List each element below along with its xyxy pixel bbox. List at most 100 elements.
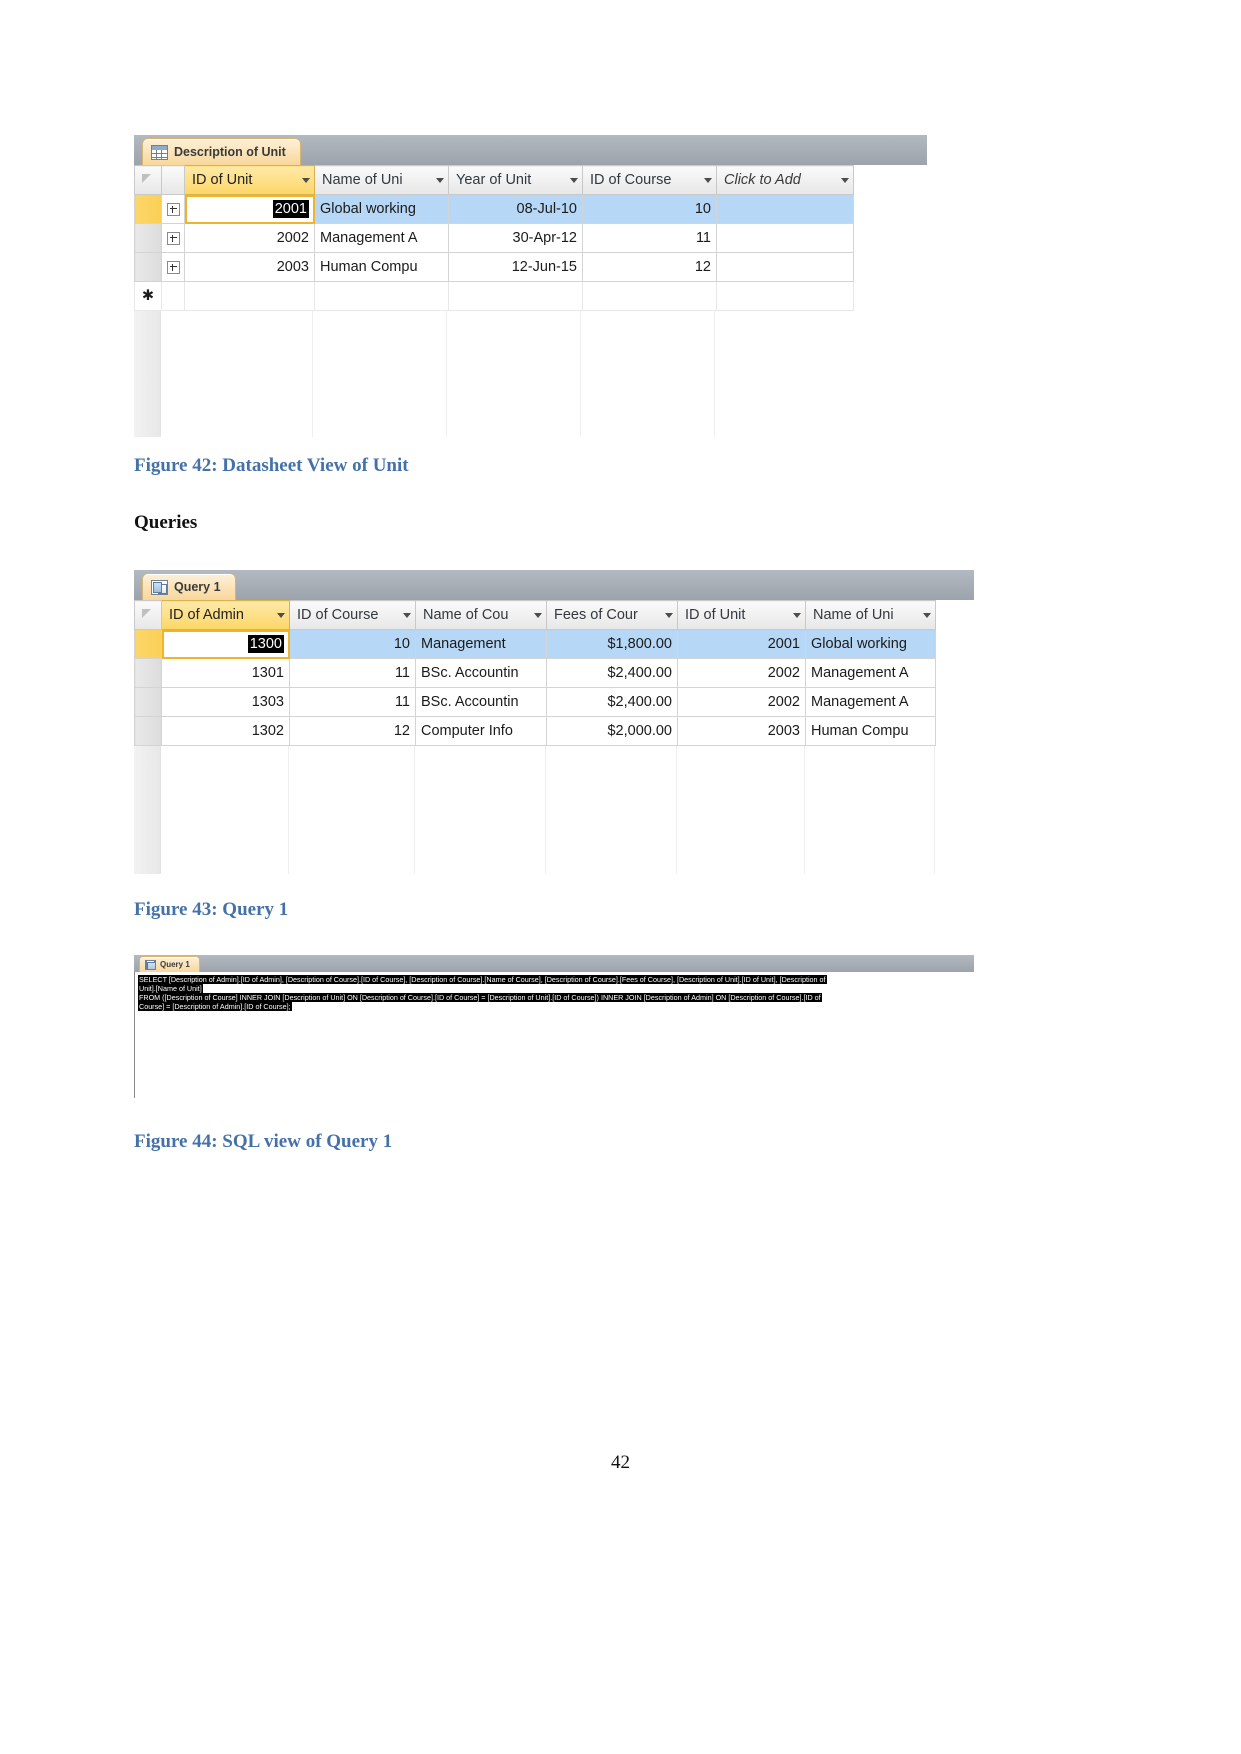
chevron-down-icon[interactable] [436,177,444,183]
chevron-down-icon[interactable] [570,177,578,183]
chevron-down-icon[interactable] [277,612,285,618]
cell-year-of-unit[interactable]: 08-Jul-10 [448,194,583,224]
chevron-down-icon[interactable] [704,177,712,183]
cell-id-of-course[interactable]: 10 [289,629,416,659]
cell-id-of-course[interactable]: 12 [289,716,416,746]
cell-name-of-unit[interactable]: Human Compu [805,716,936,746]
table-row[interactable]: 2003 Human Compu 12-Jun-15 12 [134,252,854,282]
cell-name-of-course[interactable]: Computer Info [415,716,547,746]
cell-year-of-unit[interactable]: 12-Jun-15 [448,252,583,282]
select-all-corner[interactable] [134,600,162,630]
table-icon [151,144,168,160]
cell-name-of-unit[interactable]: Global working [805,629,936,659]
expand-plus-icon[interactable] [166,231,180,245]
document-tab-description-of-unit[interactable]: Description of Unit [142,138,301,165]
row-selector[interactable] [134,716,162,746]
cell-name-of-unit[interactable]: Human Compu [314,252,449,282]
cell-id-of-unit[interactable]: 2003 [184,252,315,282]
cell-id-of-unit[interactable]: 2002 [184,223,315,253]
chevron-down-icon[interactable] [841,177,849,183]
table-row[interactable]: 1300 10 Management $1,800.00 2001 Global… [134,629,936,659]
sql-line-text: SELECT [Description of Admin].[ID of Adm… [138,975,827,984]
cell-id-of-admin[interactable]: 1302 [161,716,290,746]
cell-name-of-unit[interactable] [314,281,449,311]
new-record-row[interactable]: ✱ [134,281,854,311]
grid-divider [934,746,935,874]
column-header-name-of-course[interactable]: Name of Cou [415,600,547,630]
cell-id-of-unit[interactable]: 2003 [677,716,806,746]
row-selector[interactable] [134,223,162,253]
row-selector[interactable] [134,194,162,224]
row-selector[interactable] [134,252,162,282]
column-header-year-of-unit[interactable]: Year of Unit [448,165,583,195]
cell-year-of-unit[interactable]: 30-Apr-12 [448,223,583,253]
document-tab-query-1[interactable]: Query 1 [142,573,236,600]
table-row[interactable]: 2001 Global working 08-Jul-10 10 [134,194,854,224]
cell-name-of-unit[interactable]: Management A [805,687,936,717]
expand-row-cell[interactable] [161,252,185,282]
cell-fees-of-course[interactable]: $1,800.00 [546,629,678,659]
cell-id-of-admin[interactable]: 1301 [161,658,290,688]
cell-id-of-admin[interactable]: 1303 [161,687,290,717]
query-datasheet-empty-area [134,746,974,874]
column-header-id-of-unit[interactable]: ID of Unit [184,165,315,195]
expand-row-cell[interactable] [161,194,185,224]
column-header-id-of-unit[interactable]: ID of Unit [677,600,806,630]
table-row[interactable]: 1302 12 Computer Info $2,000.00 2003 Hum… [134,716,936,746]
chevron-down-icon[interactable] [403,612,411,618]
cell-id-of-course[interactable]: 11 [582,223,717,253]
column-header-click-to-add[interactable]: Click to Add [716,165,854,195]
cell-id-of-unit[interactable] [184,281,315,311]
cell-name-of-unit[interactable]: Management A [314,223,449,253]
cell-id-of-admin[interactable]: 1300 [161,629,290,659]
cell-click-to-add[interactable] [716,194,854,224]
row-selector[interactable] [134,687,162,717]
cell-name-of-course[interactable]: BSc. Accountin [415,687,547,717]
table-row[interactable]: 1303 11 BSc. Accountin $2,400.00 2002 Ma… [134,687,936,717]
cell-id-of-course[interactable]: 11 [289,687,416,717]
column-header-id-of-course[interactable]: ID of Course [582,165,717,195]
cell-fees-of-course[interactable]: $2,400.00 [546,687,678,717]
sql-editor-pane[interactable]: SELECT [Description of Admin].[ID of Adm… [134,972,974,1098]
chevron-down-icon[interactable] [302,177,310,183]
expand-row-cell[interactable] [161,223,185,253]
chevron-down-icon[interactable] [793,612,801,618]
cell-id-of-unit[interactable]: 2001 [677,629,806,659]
cell-click-to-add[interactable] [716,223,854,253]
expand-plus-icon[interactable] [166,202,180,216]
chevron-down-icon[interactable] [923,612,931,618]
cell-id-of-course[interactable]: 10 [582,194,717,224]
cell-fees-of-course[interactable]: $2,000.00 [546,716,678,746]
row-selector[interactable] [134,629,162,659]
table-row[interactable]: 1301 11 BSc. Accountin $2,400.00 2002 Ma… [134,658,936,688]
cell-fees-of-course[interactable]: $2,400.00 [546,658,678,688]
expand-column-header [161,165,185,195]
cell-id-of-course[interactable]: 11 [289,658,416,688]
chevron-down-icon[interactable] [665,612,673,618]
table-row[interactable]: 2002 Management A 30-Apr-12 11 [134,223,854,253]
cell-click-to-add[interactable] [716,252,854,282]
cell-id-of-unit[interactable]: 2001 [184,194,315,224]
column-header-fees-of-course[interactable]: Fees of Cour [546,600,678,630]
cell-name-of-course[interactable]: Management [415,629,547,659]
grid-divider [160,311,161,437]
document-tab-query-1-sql[interactable]: Query 1 [139,956,200,972]
cell-year-of-unit[interactable] [448,281,583,311]
cell-id-of-unit[interactable]: 2002 [677,658,806,688]
column-header-id-of-admin[interactable]: ID of Admin [161,600,290,630]
cell-name-of-unit[interactable]: Global working [314,194,449,224]
cell-click-to-add[interactable] [716,281,854,311]
cell-name-of-course[interactable]: BSc. Accountin [415,658,547,688]
expand-plus-icon[interactable] [166,260,180,274]
row-selector[interactable] [134,658,162,688]
cell-id-of-course[interactable]: 12 [582,252,717,282]
cell-name-of-unit[interactable]: Management A [805,658,936,688]
chevron-down-icon[interactable] [534,612,542,618]
column-header-id-of-course[interactable]: ID of Course [289,600,416,630]
column-header-name-of-unit[interactable]: Name of Uni [805,600,936,630]
column-header-name-of-unit[interactable]: Name of Uni [314,165,449,195]
select-all-corner[interactable] [134,165,162,195]
cell-id-of-course[interactable] [582,281,717,311]
cell-id-of-unit[interactable]: 2002 [677,687,806,717]
new-record-marker[interactable]: ✱ [134,281,162,311]
